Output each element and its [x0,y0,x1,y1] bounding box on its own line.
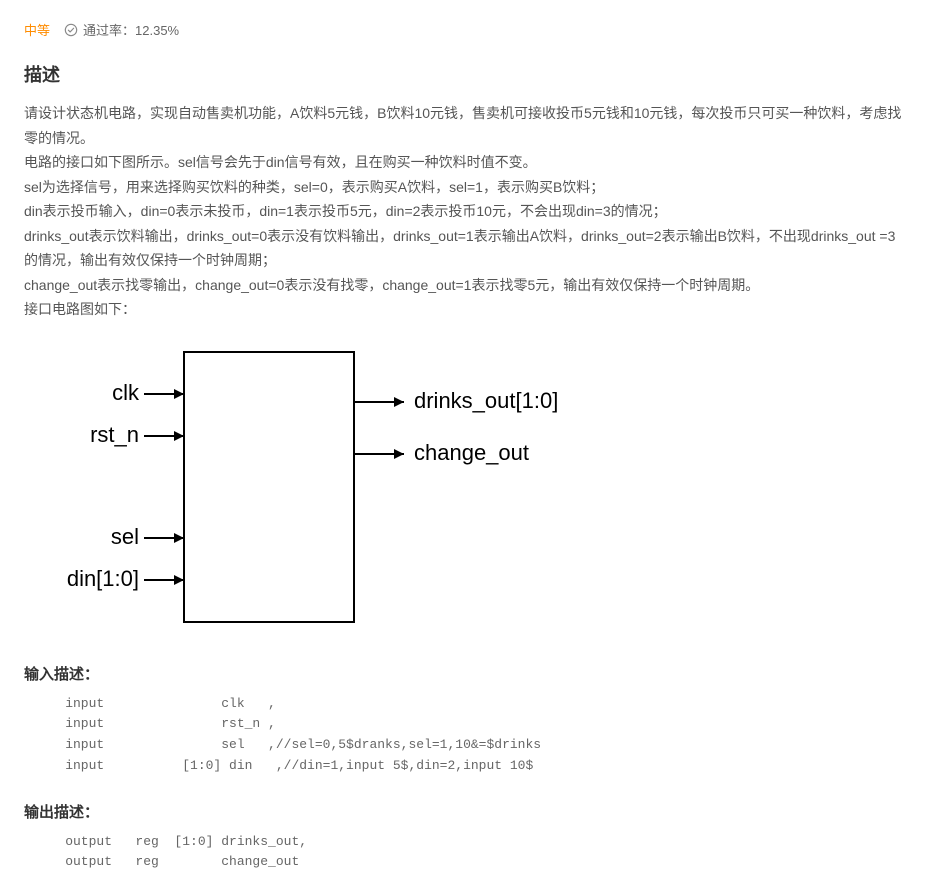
output-desc-code: output reg [1:0] drinks_out, output reg … [24,832,906,874]
desc-line: din表示投币输入，din=0表示未投币，din=1表示投币5元，din=2表示… [24,199,906,224]
desc-line: 接口电路图如下： [24,297,906,322]
meta-header: 中等 通过率：12.35% [24,20,906,39]
check-circle-icon [64,23,78,37]
description-heading: 描述 [24,61,906,87]
desc-line: 电路的接口如下图所示。sel信号会先于din信号有效，且在购买一种饮料时值不变。 [24,150,906,175]
circuit-diagram: clk rst_n sel din[1:0] drinks_out[1:0] c… [24,342,906,637]
desc-line: 请设计状态机电路，实现自动售卖机功能，A饮料5元钱，B饮料10元钱，售卖机可接收… [24,101,906,150]
diagram-label-sel: sel [111,524,139,549]
difficulty-badge: 中等 [24,20,50,39]
diagram-label-rstn: rst_n [90,422,139,447]
input-desc-code: input clk , input rst_n , input sel ,//s… [24,694,906,777]
desc-line: change_out表示找零输出，change_out=0表示没有找零，chan… [24,273,906,298]
pass-rate-label: 通过率：12.35% [83,20,179,39]
desc-line: drinks_out表示饮料输出，drinks_out=0表示没有饮料输出，dr… [24,224,906,273]
diagram-label-drinks-out: drinks_out[1:0] [414,388,558,413]
desc-line: sel为选择信号，用来选择购买饮料的种类，sel=0，表示购买A饮料，sel=1… [24,175,906,200]
pass-rate: 通过率：12.35% [64,20,179,39]
description-body: 请设计状态机电路，实现自动售卖机功能，A饮料5元钱，B饮料10元钱，售卖机可接收… [24,101,906,322]
diagram-label-din: din[1:0] [67,566,139,591]
input-desc-heading: 输入描述： [24,663,906,684]
diagram-label-clk: clk [112,380,140,405]
output-desc-heading: 输出描述： [24,801,906,822]
diagram-label-change-out: change_out [414,440,529,465]
